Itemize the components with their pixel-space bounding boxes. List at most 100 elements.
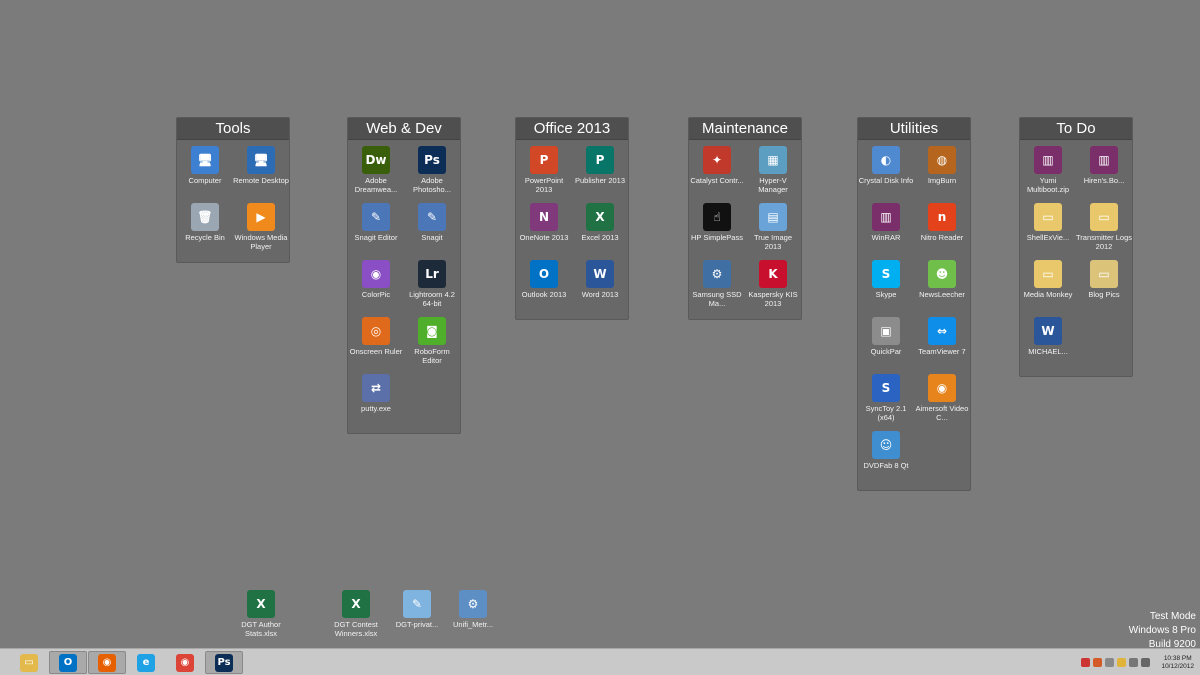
shortcut-hyper-v-manager[interactable]: ▦ Hyper-V Manager (745, 144, 801, 201)
media-player-icon: ▶ (247, 203, 275, 231)
tray-alert-icon[interactable] (1093, 658, 1102, 667)
shortcut-label: Crystal Disk Info (858, 176, 914, 185)
tray-cloud-icon[interactable] (1105, 658, 1114, 667)
taskbar-chrome[interactable]: ◉ (166, 651, 204, 674)
chrome-icon: ◉ (176, 653, 194, 672)
fence-to-do: To Do ▥ Yumi Multiboot.zip ▥ Hiren's.Bo... ▭ S… (1019, 117, 1133, 377)
shortcut-hiren-s-bo[interactable]: ▥ Hiren's.Bo... (1076, 144, 1132, 201)
shortcut-imgburn[interactable]: ◍ ImgBurn (914, 144, 970, 201)
hyper-v-icon: ▦ (759, 146, 787, 174)
shortcut-skype[interactable]: S Skype (858, 258, 914, 315)
shortcut-label: QuickPar (870, 347, 902, 356)
shortcut-kaspersky-kis-2013[interactable]: K Kaspersky KIS 2013 (745, 258, 801, 315)
shortcut-label: Nitro Reader (920, 233, 964, 242)
desktop-file-dgt-privat[interactable]: ✎ DGT-privat... (387, 590, 447, 629)
shortcut-label: Windows Media Player (234, 233, 288, 251)
fence-icon-grid: ◐ Crystal Disk Info ◍ ImgBurn ▥ WinRAR n Nitro … (858, 140, 970, 490)
shortcut-true-image-2013[interactable]: ▤ True Image 2013 (745, 201, 801, 258)
shortcut-roboform-editor[interactable]: ◙ RoboForm Editor (404, 315, 460, 372)
shortcut-transmitter-logs-2012[interactable]: ▭ Transmitter Logs 2012 (1076, 201, 1132, 258)
shortcut-synctoy-2-1-x64[interactable]: S SyncToy 2.1 (x64) (858, 372, 914, 429)
taskbar-internet-explorer[interactable]: e (127, 651, 165, 674)
tray-flag-icon[interactable] (1081, 658, 1090, 667)
fence-title[interactable]: To Do (1020, 118, 1132, 140)
shortcut-onenote-2013[interactable]: N OneNote 2013 (516, 201, 572, 258)
fence-tools: Tools 🖥 Computer 🖥 Remote Desktop 🗑 Recycle Bi… (176, 117, 290, 263)
shortcut-powerpoint-2013[interactable]: P PowerPoint 2013 (516, 144, 572, 201)
shortcut-colorpic[interactable]: ◉ ColorPic (348, 258, 404, 315)
tray-network-icon[interactable] (1141, 658, 1150, 667)
shortcut-catalyst-contr[interactable]: ✦ Catalyst Contr... (689, 144, 745, 201)
fence-title[interactable]: Utilities (858, 118, 970, 140)
shortcut-word-2013[interactable]: W Word 2013 (572, 258, 628, 315)
shortcut-yumi-multiboot-zip[interactable]: ▥ Yumi Multiboot.zip (1020, 144, 1076, 201)
shortcut-label: WinRAR (871, 233, 901, 242)
shortcut-aimersoft-video-c[interactable]: ◉ Aimersoft Video C... (914, 372, 970, 429)
shortcut-snagit-editor[interactable]: ✎ Snagit Editor (348, 201, 404, 258)
shortcut-label: Lightroom 4.2 64-bit (409, 290, 455, 308)
shortcut-label: Word 2013 (581, 290, 619, 299)
shortcut-michael[interactable]: W MICHAEL... (1020, 315, 1076, 372)
shortcut-snagit[interactable]: ✎ Snagit (404, 201, 460, 258)
tray-power-icon[interactable] (1129, 658, 1138, 667)
shortcut-media-monkey[interactable]: ▭ Media Monkey (1020, 258, 1076, 315)
fence-title[interactable]: Maintenance (689, 118, 801, 140)
crystal-disk-icon: ◐ (872, 146, 900, 174)
taskbar-outlook[interactable]: O (49, 651, 87, 674)
fence-title[interactable]: Tools (177, 118, 289, 140)
internet-explorer-icon: e (137, 653, 155, 672)
outlook-icon: O (59, 653, 77, 672)
desktop-file-unifi-metr[interactable]: ⚙ Unifi_Metr... (443, 590, 503, 629)
tray-warning-icon[interactable] (1117, 658, 1126, 667)
shortcut-shellexvie[interactable]: ▭ ShellExVie... (1020, 201, 1076, 258)
shortcut-remote-desktop[interactable]: 🖥 Remote Desktop (233, 144, 289, 201)
teamviewer-icon: ⇔ (928, 317, 956, 345)
computer-icon: 🖥 (191, 146, 219, 174)
shortcut-outlook-2013[interactable]: O Outlook 2013 (516, 258, 572, 315)
fence-maintenance: Maintenance ✦ Catalyst Contr... ▦ Hyper-V Ma… (688, 117, 802, 320)
fence-title[interactable]: Web & Dev (348, 118, 460, 140)
fence-icon-grid: 🖥 Computer 🖥 Remote Desktop 🗑 Recycle Bin ▶ Win… (177, 140, 289, 262)
fence-title[interactable]: Office 2013 (516, 118, 628, 140)
shortcut-adobe-photosho[interactable]: Ps Adobe Photosho... (404, 144, 460, 201)
shortcut-windows-media-player[interactable]: ▶ Windows Media Player (233, 201, 289, 258)
shortcut-onscreen-ruler[interactable]: ◎ Onscreen Ruler (348, 315, 404, 372)
taskbar-firefox[interactable]: ◉ (88, 651, 126, 674)
shortcut-quickpar[interactable]: ▣ QuickPar (858, 315, 914, 372)
shortcut-excel-2013[interactable]: X Excel 2013 (572, 201, 628, 258)
kaspersky-icon: K (759, 260, 787, 288)
shortcut-samsung-ssd-ma[interactable]: ⚙ Samsung SSD Ma... (689, 258, 745, 315)
shortcut-teamviewer-7[interactable]: ⇔ TeamViewer 7 (914, 315, 970, 372)
shortcut-dvdfab-8-qt[interactable]: ☺ DVDFab 8 Qt (858, 429, 914, 486)
samsung-ssd-icon: ⚙ (703, 260, 731, 288)
colorpic-icon: ◉ (362, 260, 390, 288)
shortcut-putty-exe[interactable]: ⇄ putty.exe (348, 372, 404, 429)
shortcut-label: True Image 2013 (753, 233, 793, 251)
fence-icon-grid: Dw Adobe Dreamwea... Ps Adobe Photosho... ✎ S… (348, 140, 460, 433)
desktop-file-dgt-contest-winners-xlsx[interactable]: X DGT Contest Winners.xlsx (326, 590, 386, 638)
shortcut-hp-simplepass[interactable]: ☝ HP SimplePass (689, 201, 745, 258)
shortcut-nitro-reader[interactable]: n Nitro Reader (914, 201, 970, 258)
clock[interactable]: 10:38 PM 10/12/2012 (1161, 655, 1194, 671)
desktop-file-label: DGT-privat... (395, 620, 439, 629)
shortcut-label: Transmitter Logs 2012 (1076, 233, 1132, 251)
shortcut-winrar[interactable]: ▥ WinRAR (858, 201, 914, 258)
shortcut-blog-pics[interactable]: ▭ Blog Pics (1076, 258, 1132, 315)
lightroom-icon: Lr (418, 260, 446, 288)
nitro-icon: n (928, 203, 956, 231)
shortcut-crystal-disk-info[interactable]: ◐ Crystal Disk Info (858, 144, 914, 201)
shortcut-newsleecher[interactable]: ☻ NewsLeecher (914, 258, 970, 315)
taskbar-photoshop[interactable]: Ps (205, 651, 243, 674)
shortcut-adobe-dreamwea[interactable]: Dw Adobe Dreamwea... (348, 144, 404, 201)
shortcut-lightroom-4-2-64-bit[interactable]: Lr Lightroom 4.2 64-bit (404, 258, 460, 315)
taskbar-file-explorer[interactable]: ▭ (10, 651, 48, 674)
shortcut-publisher-2013[interactable]: P Publisher 2013 (572, 144, 628, 201)
shortcut-computer[interactable]: 🖥 Computer (177, 144, 233, 201)
shortcut-recycle-bin[interactable]: 🗑 Recycle Bin (177, 201, 233, 258)
shortcut-label: Hyper-V Manager (758, 176, 788, 194)
newsleecher-icon: ☻ (928, 260, 956, 288)
snagit-icon: ✎ (418, 203, 446, 231)
desktop-file-dgt-author-stats-xlsx[interactable]: X DGT Author Stats.xlsx (231, 590, 291, 638)
powerpoint-icon: P (530, 146, 558, 174)
shortcut-label: ColorPic (361, 290, 391, 299)
